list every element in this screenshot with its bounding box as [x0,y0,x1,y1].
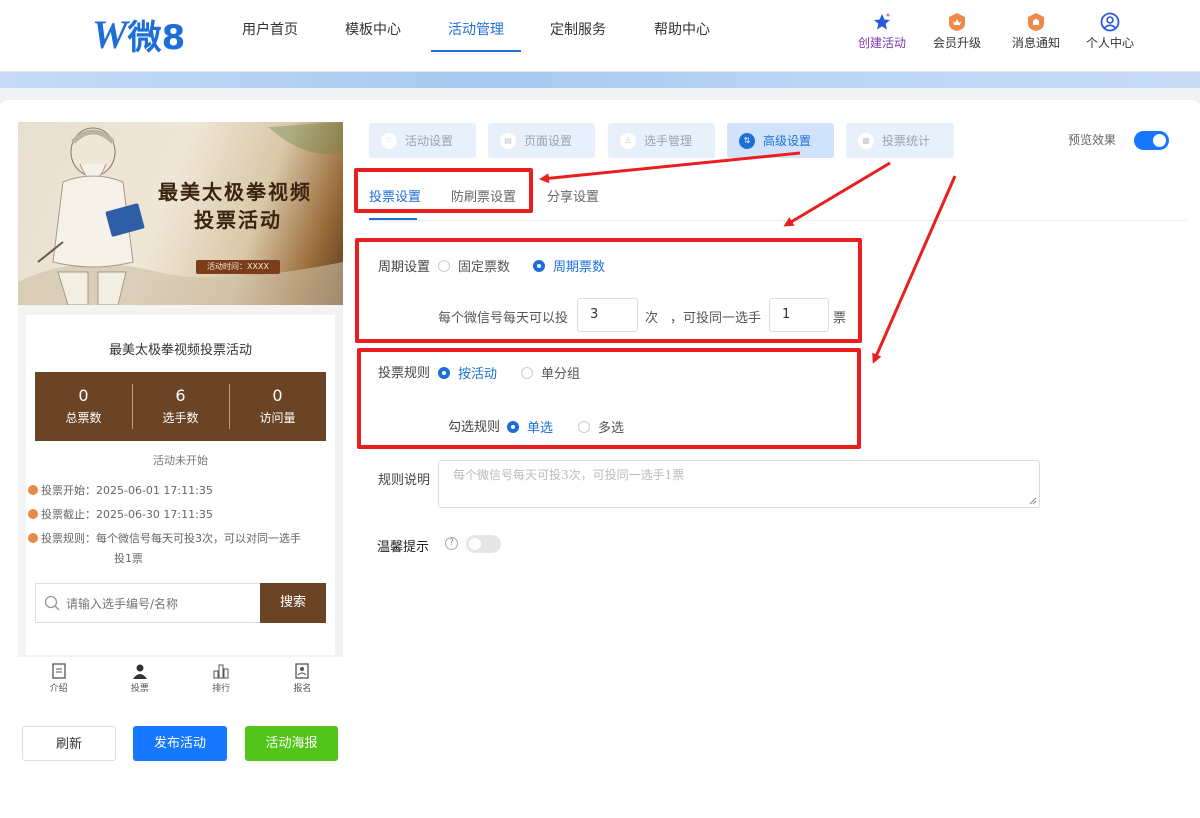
highlight-box-subtabs [354,168,533,213]
tab-ranking[interactable]: 排行 [181,657,262,701]
preview-effect-label: 预览效果 [1068,133,1117,147]
crown-badge-icon [949,13,965,31]
subtab-divider [369,220,1187,221]
highlight-box-period [355,238,862,343]
stat-contestants: 6 选手数 [132,372,229,441]
activity-banner: 最美太极拳视频 投票活动 活动时间：XXXX [18,122,343,305]
rule-description-label: 规则说明 [378,473,431,488]
signup-icon [295,663,310,679]
rule-vote-rule: 投票规则：每个微信号每天可投3次，可以对同一选手 [28,529,301,549]
contestant-search-input[interactable] [66,594,256,614]
activity-status: 活动未开始 [153,454,208,467]
preview-effect-switch[interactable] [1134,131,1169,150]
tab-intro[interactable]: 介绍 [18,657,99,701]
person-icon [132,664,147,679]
search-button[interactable]: 搜索 [260,583,326,623]
person-icon: ♙ [620,132,636,149]
stat-total-votes: 0 总票数 [65,386,102,425]
logo[interactable]: W 微8 [92,11,186,58]
refresh-button[interactable]: 刷新 [22,726,116,761]
tab-vote[interactable]: 投票 [99,657,180,701]
step-vote-statistics[interactable]: ▦ 投票统计 [846,123,954,158]
activity-title: 最美太极拳视频投票活动 [108,343,252,358]
logo-text: 微8 [127,17,186,58]
rule-description-textarea[interactable]: 每个微信号每天可投3次，可投同一选手1票 [438,460,1040,508]
star-icon [874,13,890,30]
taichi-master-illustration [18,122,343,305]
warm-tip-label: 温馨提示 [377,540,430,555]
banner-title-line2: 投票活动 [194,208,282,232]
header-gradient-band [0,72,1200,88]
nav-active-underline [431,50,521,52]
nav-help-center[interactable]: 帮助中心 [652,0,712,60]
calendar-icon: ▦ [858,132,874,149]
activity-poster-button[interactable]: 活动海报 [245,726,338,761]
stats-bar: 0 总票数 6 选手数 0 访问量 [35,372,326,441]
personal-center-button[interactable]: 个人中心 [1080,12,1140,51]
logo-w-mark: W [92,11,128,57]
subtab-share-settings[interactable]: 分享设置 [547,186,599,205]
mobile-tabbar: 介绍 投票 排行 报名 [18,657,343,701]
mobile-preview: 最美太极拳视频 投票活动 活动时间：XXXX 最美太极拳视频投票活动 0 总票数… [18,122,343,701]
tab-signup[interactable]: 报名 [262,657,343,701]
member-upgrade-button[interactable]: 会员升级 [927,12,987,51]
info-dot-icon [28,533,38,543]
highlight-box-vote-rule [357,348,861,449]
banner-time: 活动时间：XXXX [196,260,280,274]
publish-activity-button[interactable]: 发布活动 [133,726,227,761]
step-activity-settings[interactable]: ♡ 活动设置 [369,123,476,158]
document-icon [51,663,66,679]
info-dot-icon [28,509,38,519]
ranking-icon [213,664,229,679]
page-icon: ▤ [500,132,516,149]
nav-user-home[interactable]: 用户首页 [240,0,300,60]
bell-badge-icon [1028,13,1044,31]
nav-custom-service[interactable]: 定制服务 [548,0,608,60]
contestant-search: 搜索 [35,583,326,623]
rule-vote-start: 投票开始：2025-06-01 17:11:35 [28,481,213,501]
help-icon[interactable]: ? [445,537,458,550]
rule-vote-rule-cont: 投1票 [114,552,143,565]
resize-grip-icon[interactable] [1029,497,1037,505]
stat-visits: 0 访问量 [229,372,326,441]
sliders-icon: ⇅ [739,132,755,149]
activity-info-card: 最美太极拳视频投票活动 0 总票数 6 选手数 0 访问量 活动未开始 投票开始… [26,315,335,655]
heart-icon: ♡ [381,132,397,149]
top-navbar: W 微8 用户首页 模板中心 活动管理 定制服务 帮助中心 创建活动 会员升级 … [0,0,1200,72]
warm-tip-switch[interactable] [466,535,501,553]
rule-vote-end: 投票截止：2025-06-30 17:11:35 [28,505,213,525]
step-contestant-management[interactable]: ♙ 选手管理 [608,123,715,158]
nav-template-center[interactable]: 模板中心 [343,0,403,60]
create-activity-button[interactable]: 创建活动 [852,12,912,51]
message-notification-button[interactable]: 消息通知 [1006,12,1066,51]
search-icon [44,595,60,611]
user-icon [1100,12,1120,32]
step-advanced-settings[interactable]: ⇅ 高级设置 [727,123,834,158]
banner-title-line1: 最美太极拳视频 [158,180,312,204]
info-dot-icon [28,485,38,495]
step-page-settings[interactable]: ▤ 页面设置 [488,123,595,158]
